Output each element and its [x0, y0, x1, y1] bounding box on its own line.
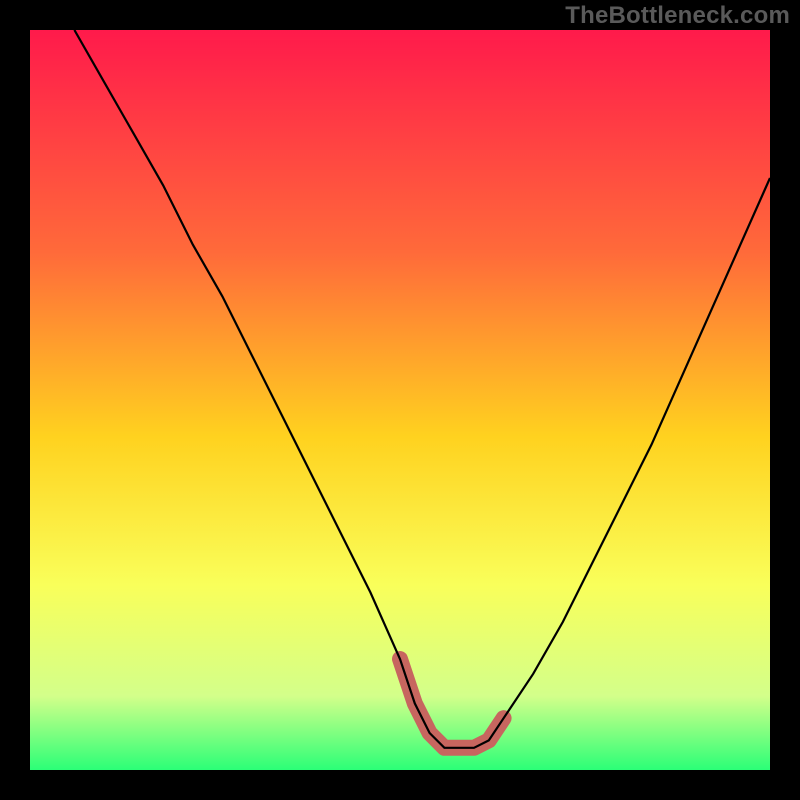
chart-frame: TheBottleneck.com — [0, 0, 800, 800]
bottleneck-chart — [30, 30, 770, 770]
attribution-label: TheBottleneck.com — [565, 2, 790, 30]
plot-area — [30, 30, 770, 770]
